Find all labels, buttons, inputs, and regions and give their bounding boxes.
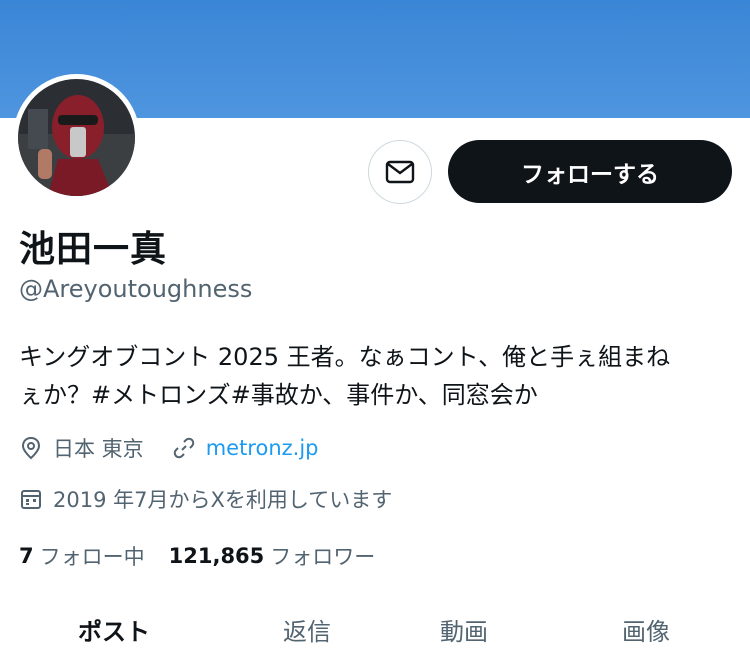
user-handle: @Areyoutoughness xyxy=(19,275,253,303)
tab-posts[interactable]: ポスト xyxy=(78,612,150,647)
tab-replies[interactable]: 返信 xyxy=(283,612,331,647)
calendar-icon xyxy=(19,487,43,511)
joined-row: 2019 年7月からXを利用しています xyxy=(19,484,392,514)
following-label: フォロー中 xyxy=(39,545,145,569)
profile-bio: キングオブコント 2025 王者。なぁコント、俺と手ぇ組まね ぇか？#メトロンズ… xyxy=(19,338,734,414)
location-website-row: 日本 東京 metronz.jp xyxy=(19,433,319,463)
avatar[interactable] xyxy=(13,74,140,201)
avatar-image xyxy=(18,79,135,196)
followers-count: 121,865 xyxy=(168,544,265,568)
followers-stat[interactable]: 121,865 フォロワー xyxy=(169,541,376,571)
website-link[interactable]: metronz.jp xyxy=(206,436,319,460)
location-pin-icon xyxy=(19,436,43,460)
follow-stats: 7 フォロー中 121,865 フォロワー xyxy=(19,541,399,571)
tab-images[interactable]: 画像 xyxy=(622,612,670,647)
follow-button[interactable]: フォローする xyxy=(448,140,732,203)
location-text: 日本 東京 xyxy=(53,437,144,461)
followers-label: フォロワー xyxy=(270,545,376,569)
profile-tabs: ポスト 返信 動画 画像 xyxy=(0,600,750,665)
message-button[interactable] xyxy=(368,140,432,204)
following-count: 7 xyxy=(19,544,34,568)
display-name: 池田一真 xyxy=(19,229,168,270)
bio-line-1: キングオブコント 2025 王者。なぁコント、俺と手ぇ組まね xyxy=(19,343,671,371)
following-stat[interactable]: 7 フォロー中 xyxy=(19,541,145,571)
bio-line-2: ぇか？#メトロンズ#事故か、事件か、同窓会か xyxy=(19,381,538,409)
tab-videos[interactable]: 動画 xyxy=(440,612,488,647)
joined-text: 2019 年7月からXを利用しています xyxy=(53,488,393,512)
envelope-icon xyxy=(385,160,415,184)
link-icon xyxy=(172,436,196,460)
